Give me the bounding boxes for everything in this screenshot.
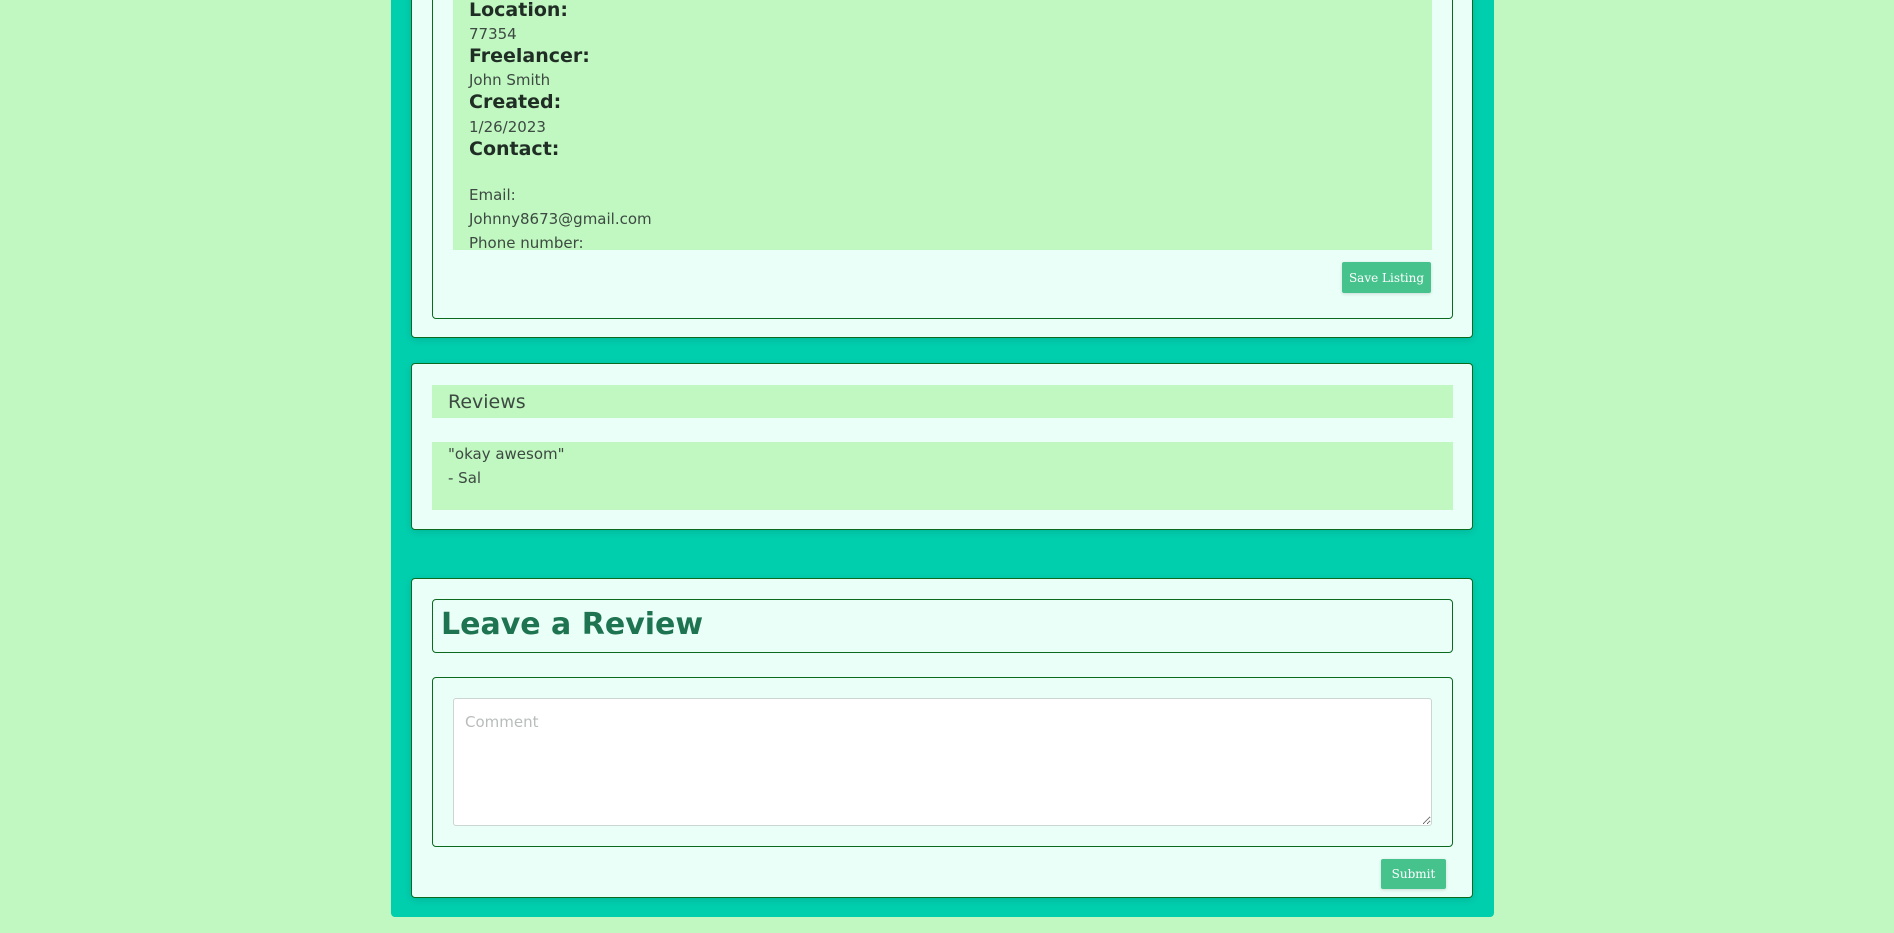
contact-label: Contact: xyxy=(469,138,560,160)
reviews-title: Reviews xyxy=(448,391,526,413)
listing-card: Location: 77354 Freelancer: John Smith C… xyxy=(411,0,1473,338)
email-label: Email: xyxy=(469,186,516,204)
submit-button[interactable]: Submit xyxy=(1381,859,1446,889)
listing-details-box: Location: 77354 Freelancer: John Smith C… xyxy=(432,0,1453,319)
main-column: Location: 77354 Freelancer: John Smith C… xyxy=(391,0,1494,917)
comment-box xyxy=(432,677,1453,847)
created-value: 1/26/2023 xyxy=(469,118,546,136)
review-text: "okay awesom" xyxy=(448,445,565,463)
review-item: "okay awesom" - Sal xyxy=(432,442,1453,510)
location-label: Location: xyxy=(469,0,569,21)
freelancer-label: Freelancer: xyxy=(469,45,590,67)
email-value: Johnny8673@gmail.com xyxy=(469,210,652,228)
leave-review-title: Leave a Review xyxy=(441,607,704,642)
leave-review-card: Leave a Review Submit xyxy=(411,578,1473,898)
save-listing-button[interactable]: Save Listing xyxy=(1342,262,1431,293)
comment-input[interactable] xyxy=(453,698,1432,826)
location-value: 77354 xyxy=(469,25,517,43)
listing-details-panel: Location: 77354 Freelancer: John Smith C… xyxy=(453,0,1432,252)
reviews-card: Reviews "okay awesom" - Sal xyxy=(411,363,1473,530)
leave-review-title-box: Leave a Review xyxy=(432,599,1453,653)
created-label: Created: xyxy=(469,91,562,113)
phone-label: Phone number: xyxy=(469,234,584,252)
freelancer-value: John Smith xyxy=(469,71,551,89)
reviews-header: Reviews xyxy=(432,385,1453,418)
review-author: - Sal xyxy=(448,469,482,487)
